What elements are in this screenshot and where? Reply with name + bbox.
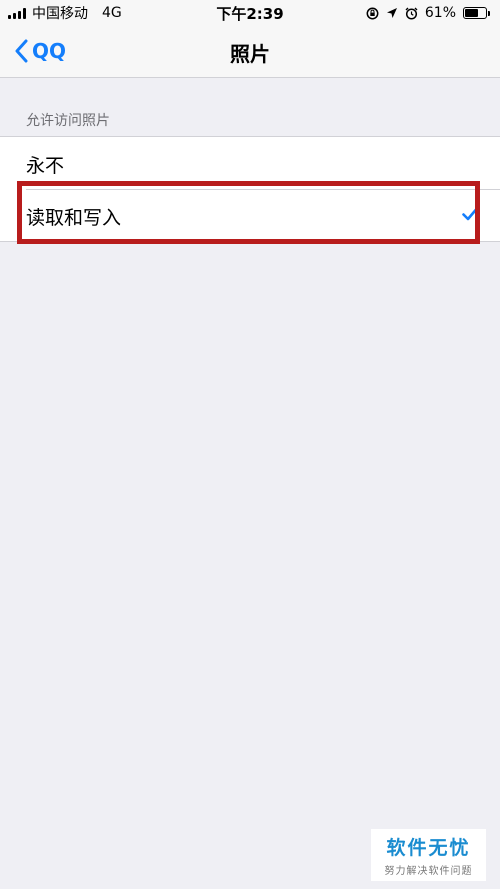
- watermark: 软件无忧 努力解决软件问题: [371, 829, 486, 881]
- status-bar: 中国移动 4G 下午2:39 61%: [0, 0, 500, 26]
- section-header: 允许访问照片: [26, 113, 110, 129]
- alarm-icon: [405, 7, 418, 20]
- location-icon: [386, 8, 397, 18]
- watermark-subtitle: 努力解决软件问题: [384, 866, 473, 877]
- status-right: 61%: [366, 4, 490, 22]
- watermark-title: 软件无忧: [386, 837, 471, 859]
- page-title: 照片: [230, 42, 270, 66]
- battery-percent: 61%: [424, 5, 456, 21]
- option-label: 永不: [26, 155, 65, 177]
- rotation-lock-icon: [366, 7, 379, 19]
- checkmark-icon: [462, 207, 478, 221]
- options-group: 永不 读取和写入: [0, 136, 500, 242]
- battery-icon: [463, 7, 490, 19]
- navigation-bar: QQ 照片: [0, 26, 500, 78]
- option-read-write[interactable]: 读取和写入: [0, 189, 500, 241]
- option-never[interactable]: 永不: [0, 137, 500, 189]
- option-label: 读取和写入: [26, 207, 122, 229]
